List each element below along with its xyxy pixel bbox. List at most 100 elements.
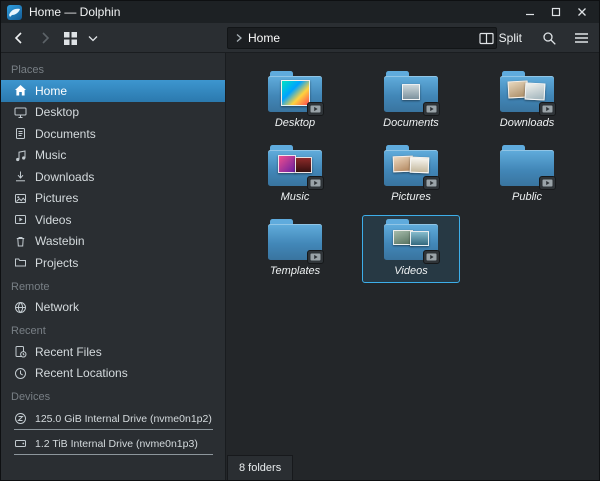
folder-icon — [384, 145, 438, 187]
folder-item-downloads[interactable]: Downloads — [478, 67, 576, 135]
folder-icon — [384, 71, 438, 113]
folder-item-music[interactable]: Music — [246, 141, 344, 209]
folder-label: Music — [281, 191, 310, 203]
maximize-button[interactable] — [549, 5, 563, 19]
sidebar-item-projects[interactable]: Projects — [1, 252, 225, 274]
sidebar-item-wastebin[interactable]: Wastebin — [1, 231, 225, 253]
sidebar-item-label: Downloads — [35, 170, 94, 184]
folder-item-desktop[interactable]: Desktop — [246, 67, 344, 135]
section-header-remote: Remote — [1, 274, 225, 297]
folder-icon — [268, 219, 322, 261]
titlebar[interactable]: Home — Dolphin — [1, 1, 599, 23]
section-header-places: Places — [1, 57, 225, 80]
sidebar-item-videos[interactable]: Videos — [1, 209, 225, 231]
sidebar-item-recent-locations[interactable]: Recent Locations — [1, 363, 225, 385]
folder-item-pictures[interactable]: Pictures — [362, 141, 460, 209]
folder-icon — [268, 71, 322, 113]
folder-item-documents[interactable]: Documents — [362, 67, 460, 135]
folder-icon — [384, 219, 438, 261]
media-preview-emblem-icon — [539, 176, 556, 190]
sidebar-item-label: Wastebin — [35, 234, 85, 248]
folder-icon — [14, 256, 27, 269]
image-icon — [14, 192, 27, 205]
window-controls — [523, 5, 593, 19]
sidebar-item-desktop[interactable]: Desktop — [1, 102, 225, 124]
navigation-group — [9, 23, 100, 53]
section-header-devices: Devices — [1, 384, 225, 407]
folder-label: Templates — [270, 265, 320, 277]
folder-icon — [500, 145, 554, 187]
sidebar-item-label: Recent Locations — [35, 366, 128, 380]
folder-item-videos[interactable]: Videos — [362, 215, 460, 283]
search-icon[interactable] — [540, 29, 559, 48]
sidebar-item-downloads[interactable]: Downloads — [1, 166, 225, 188]
media-preview-emblem-icon — [307, 250, 324, 264]
split-button[interactable]: Split — [474, 28, 527, 48]
download-arrow-icon — [14, 170, 27, 183]
device-label: 1.2 TiB Internal Drive (nvme0n1p3) — [35, 438, 198, 450]
home-icon — [14, 84, 27, 97]
sidebar-item-recent-files[interactable]: Recent Files — [1, 341, 225, 363]
sidebar-item-label: Recent Files — [35, 345, 102, 359]
folder-label: Public — [512, 191, 542, 203]
sidebar-item-label: Documents — [35, 127, 96, 141]
video-icon — [14, 213, 27, 226]
media-preview-emblem-icon — [539, 102, 556, 116]
sidebar-item-label: Network — [35, 300, 79, 314]
document-icon — [14, 127, 27, 140]
breadcrumb-root-chevron-icon[interactable] — [235, 33, 243, 43]
trash-icon — [14, 235, 27, 248]
folder-item-public[interactable]: Public — [478, 141, 576, 209]
view-mode-icons-button[interactable] — [61, 29, 80, 48]
window-title: Home — Dolphin — [29, 5, 120, 19]
sidebar-item-music[interactable]: Music — [1, 145, 225, 167]
folder-label: Documents — [383, 117, 439, 129]
sidebar-item-label: Videos — [35, 213, 71, 227]
sidebar-item-device-1[interactable]: 125.0 GiB Internal Drive (nvme0n1p2) — [1, 407, 225, 432]
back-button[interactable] — [9, 28, 29, 48]
section-header-recent: Recent — [1, 318, 225, 341]
folder-label: Desktop — [275, 117, 315, 129]
recent-files-icon — [14, 345, 27, 358]
sidebar-item-label: Pictures — [35, 191, 78, 205]
hard-drive-icon — [14, 437, 27, 450]
hamburger-menu-icon[interactable] — [572, 30, 591, 46]
status-bar: 8 folders — [227, 455, 293, 480]
forward-button[interactable] — [35, 28, 55, 48]
minimize-button[interactable] — [523, 5, 537, 19]
capacity-bar — [14, 429, 213, 430]
folder-grid: Desktop Documents Downloads — [227, 53, 599, 289]
folder-icon — [268, 145, 322, 187]
breadcrumb-location[interactable]: Home — [248, 31, 280, 45]
media-preview-emblem-icon — [423, 250, 440, 264]
folder-view[interactable]: Desktop Documents Downloads — [227, 53, 599, 480]
close-button[interactable] — [575, 5, 589, 19]
places-panel: Places Home Desktop Documents Music Down… — [1, 53, 226, 480]
folder-count-text: 8 folders — [239, 462, 281, 474]
sidebar-item-label: Desktop — [35, 105, 79, 119]
folder-label: Downloads — [500, 117, 554, 129]
folder-icon — [500, 71, 554, 113]
breadcrumb[interactable]: Home — [227, 27, 497, 49]
sidebar-item-network[interactable]: Network — [1, 297, 225, 319]
folder-label: Videos — [394, 265, 427, 277]
view-mode-dropdown-chevron-icon[interactable] — [86, 33, 100, 44]
sidebar-item-label: Projects — [35, 256, 78, 270]
dolphin-app-icon — [7, 5, 22, 20]
sidebar-item-documents[interactable]: Documents — [1, 123, 225, 145]
media-preview-emblem-icon — [307, 176, 324, 190]
media-preview-emblem-icon — [423, 102, 440, 116]
sidebar-item-label: Music — [35, 148, 66, 162]
capacity-bar — [14, 454, 213, 455]
sidebar-item-device-2[interactable]: 1.2 TiB Internal Drive (nvme0n1p3) — [1, 432, 225, 457]
toolbar-right-group: Split — [474, 23, 591, 53]
sidebar-item-pictures[interactable]: Pictures — [1, 188, 225, 210]
sidebar-item-label: Home — [35, 84, 67, 98]
monitor-icon — [14, 106, 27, 119]
hard-drive-icon — [14, 412, 27, 425]
split-button-label: Split — [499, 31, 522, 45]
folder-item-templates[interactable]: Templates — [246, 215, 344, 283]
sidebar-item-home[interactable]: Home — [1, 80, 225, 102]
toolbar: Home Split — [1, 23, 599, 53]
clock-icon — [14, 367, 27, 380]
